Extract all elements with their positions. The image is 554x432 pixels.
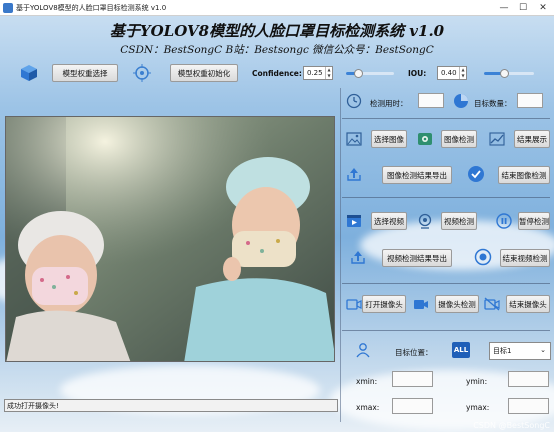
- upload-icon: [350, 250, 366, 264]
- panel-divider: [342, 118, 550, 119]
- pause-icon: [496, 213, 512, 229]
- slider-thumb[interactable]: [500, 69, 509, 78]
- ymax-field: [508, 398, 549, 414]
- end-camera-button[interactable]: 结束摄像头: [506, 295, 550, 313]
- cube-icon: [20, 64, 38, 82]
- iou-spinbox[interactable]: 0.40 ▲ ▼: [437, 66, 467, 80]
- panel-divider: [342, 197, 550, 198]
- model-select-button[interactable]: 模型权重选择: [52, 64, 118, 82]
- app-window: 基于YOLOV8模型的人脸口罩目标检测系统 v1.0 — ☐ ✕ 基于YOLOV…: [0, 0, 554, 432]
- xmax-field: [392, 398, 433, 414]
- image-detect-button[interactable]: 图像检测: [441, 130, 477, 148]
- iou-label: IOU:: [408, 69, 427, 78]
- check-circle-icon: [467, 165, 485, 183]
- slider-thumb[interactable]: [354, 69, 363, 78]
- all-badge-icon: ALL: [452, 342, 470, 358]
- line-chart-icon: [489, 132, 505, 146]
- time-label: 检测用时：: [370, 99, 408, 108]
- status-bar: 成功打开摄像头!: [4, 399, 338, 412]
- user-location-icon: [355, 342, 371, 358]
- video-icon: [346, 214, 362, 228]
- pie-chart-icon: [453, 93, 469, 109]
- target-select-dropdown[interactable]: 目标1 ⌄: [489, 342, 551, 360]
- detection-image-view: [5, 116, 335, 362]
- panel-divider: [342, 283, 550, 284]
- spin-arrows-icon[interactable]: ▲ ▼: [325, 67, 332, 79]
- ymin-field: [508, 371, 549, 387]
- app-title: 基于YOLOV8模型的人脸口罩目标检测系统 v1.0: [109, 22, 445, 40]
- show-results-button[interactable]: 结果展示: [514, 130, 550, 148]
- camcorder-icon: [413, 297, 429, 311]
- ymax-label: ymax:: [466, 403, 490, 412]
- export-image-results-button[interactable]: 图像检测结果导出: [382, 166, 452, 184]
- panel-divider: [342, 330, 550, 331]
- camera-detect-button[interactable]: 摄像头检测: [435, 295, 479, 313]
- minimize-button[interactable]: —: [494, 0, 514, 16]
- csdn-watermark: CSDN @BestSongC: [473, 421, 550, 430]
- camera-frame-image: [6, 117, 334, 361]
- clock-icon: [346, 93, 362, 109]
- xmin-label: xmin:: [356, 377, 378, 386]
- app-icon: [3, 2, 13, 13]
- chevron-down-icon[interactable]: ⌄: [540, 346, 546, 354]
- close-button[interactable]: ✕: [533, 0, 553, 16]
- xmax-label: xmax:: [356, 403, 380, 412]
- ymin-label: ymin:: [466, 377, 488, 386]
- target-position-label: 目标位置：: [395, 348, 433, 357]
- end-video-detect-button[interactable]: 结束视频检测: [500, 249, 550, 267]
- title-bar: 基于YOLOV8模型的人脸口罩目标检测系统 v1.0 — ☐ ✕: [0, 0, 554, 16]
- count-label: 目标数量：: [474, 99, 512, 108]
- model-init-button[interactable]: 模型权重初始化: [170, 64, 238, 82]
- time-value-field: [418, 93, 444, 108]
- author-info: CSDN：BestSongC B站：Bestsongc 微信公众号：BestSo…: [120, 44, 434, 56]
- upload-icon: [346, 167, 362, 181]
- count-value-field: [517, 93, 543, 108]
- iou-slider[interactable]: [484, 69, 534, 78]
- select-image-button[interactable]: 选择图像: [371, 130, 407, 148]
- video-detect-button[interactable]: 视频检测: [441, 212, 477, 230]
- image-icon: [346, 132, 362, 146]
- select-video-button[interactable]: 选择视频: [371, 212, 407, 230]
- xmin-field: [392, 371, 433, 387]
- spin-arrows-icon[interactable]: ▲ ▼: [459, 67, 466, 79]
- confidence-slider[interactable]: [346, 69, 394, 78]
- end-image-detect-button[interactable]: 结束图像检测: [498, 166, 550, 184]
- image-detect-icon: [417, 132, 433, 146]
- target-icon: [133, 64, 151, 82]
- maximize-button[interactable]: ☐: [513, 0, 533, 16]
- webcam-icon: [417, 213, 433, 229]
- confidence-spinbox[interactable]: 0.25 ▲ ▼: [303, 66, 333, 80]
- export-video-results-button[interactable]: 视频检测结果导出: [382, 249, 452, 267]
- confidence-label: Confidence:: [252, 69, 302, 78]
- window-title: 基于YOLOV8模型的人脸口罩目标检测系统 v1.0: [16, 3, 167, 12]
- camera-icon: [346, 297, 362, 311]
- stop-circle-icon: [474, 248, 492, 266]
- pause-detect-button[interactable]: 暂停检测: [518, 212, 550, 230]
- camera-off-icon: [484, 297, 500, 311]
- open-camera-button[interactable]: 打开摄像头: [362, 295, 406, 313]
